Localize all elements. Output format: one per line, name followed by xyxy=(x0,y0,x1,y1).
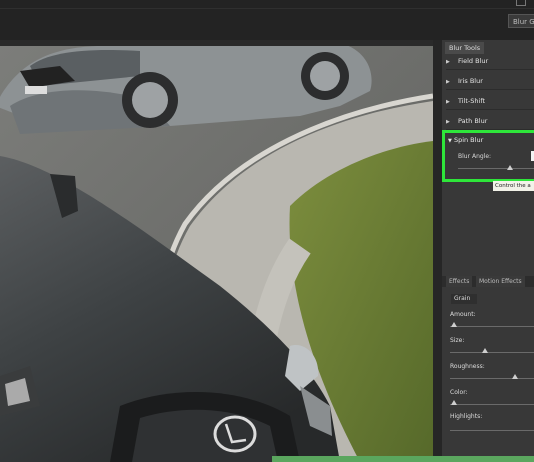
blur-row-path-blur[interactable]: ▶ Path Blur xyxy=(446,112,534,130)
blur-row-label: Spin Blur xyxy=(453,136,484,144)
size-label: Size: xyxy=(450,337,465,344)
collapsed-arrow-icon: ▶ xyxy=(446,119,450,125)
blur-row-label: Tilt-Shift xyxy=(458,97,486,105)
size-slider[interactable] xyxy=(450,352,534,353)
effects-tab-bar: Effects Motion Effects xyxy=(442,276,534,287)
roughness-label: Roughness: xyxy=(450,363,485,370)
highlights-slider[interactable] xyxy=(450,430,534,431)
options-bar: Blur Ga xyxy=(0,0,534,41)
spin-blur-highlight: ▼ Spin Blur Blur Angle: xyxy=(442,130,534,182)
green-status-bar xyxy=(272,456,534,462)
window-control-icon[interactable] xyxy=(516,0,526,6)
size-slider-thumb[interactable] xyxy=(482,348,488,353)
blur-row-label: Path Blur xyxy=(458,117,488,125)
blur-angle-slider[interactable] xyxy=(458,168,534,169)
tab-grain[interactable]: Grain xyxy=(451,294,477,304)
panel-divider[interactable] xyxy=(433,40,442,462)
roughness-slider-thumb[interactable] xyxy=(512,374,518,379)
blur-tools-panel: Blur Tools ▶ Field Blur ▶ Iris Blur ▶ Tilt-… xyxy=(442,40,534,462)
blur-row-tilt-shift[interactable]: ▶ Tilt-Shift xyxy=(446,92,534,110)
amount-slider[interactable] xyxy=(450,326,534,327)
blur-row-label: Field Blur xyxy=(458,57,489,65)
collapsed-arrow-icon: ▶ xyxy=(446,99,450,105)
tab-effects[interactable]: Effects xyxy=(446,276,473,287)
roughness-slider[interactable] xyxy=(450,378,534,379)
color-label: Color: xyxy=(450,389,468,396)
highlights-label: Highlights: xyxy=(450,413,483,420)
blur-row-field-blur[interactable]: ▶ Field Blur xyxy=(446,52,534,70)
toolbar-separator xyxy=(0,8,534,9)
amount-slider-thumb[interactable] xyxy=(451,322,457,327)
image-canvas[interactable] xyxy=(0,46,433,462)
expanded-arrow-icon: ▼ xyxy=(448,138,452,144)
collapsed-arrow-icon: ▶ xyxy=(446,59,450,65)
amount-label: Amount: xyxy=(450,311,476,318)
blur-row-spin-blur[interactable]: ▼ Spin Blur xyxy=(448,136,483,144)
car-photo xyxy=(0,46,433,462)
blur-gallery-button[interactable]: Blur Ga xyxy=(508,14,534,28)
tooltip: Control the a xyxy=(493,181,534,191)
blur-angle-slider-thumb[interactable] xyxy=(507,165,513,170)
collapsed-arrow-icon: ▶ xyxy=(446,79,450,85)
blur-row-label: Iris Blur xyxy=(458,77,483,85)
color-slider[interactable] xyxy=(450,404,534,405)
tab-motion-effects[interactable]: Motion Effects xyxy=(476,276,525,287)
color-slider-thumb[interactable] xyxy=(451,400,457,405)
blur-row-iris-blur[interactable]: ▶ Iris Blur xyxy=(446,72,534,90)
blur-angle-label: Blur Angle: xyxy=(458,153,492,160)
